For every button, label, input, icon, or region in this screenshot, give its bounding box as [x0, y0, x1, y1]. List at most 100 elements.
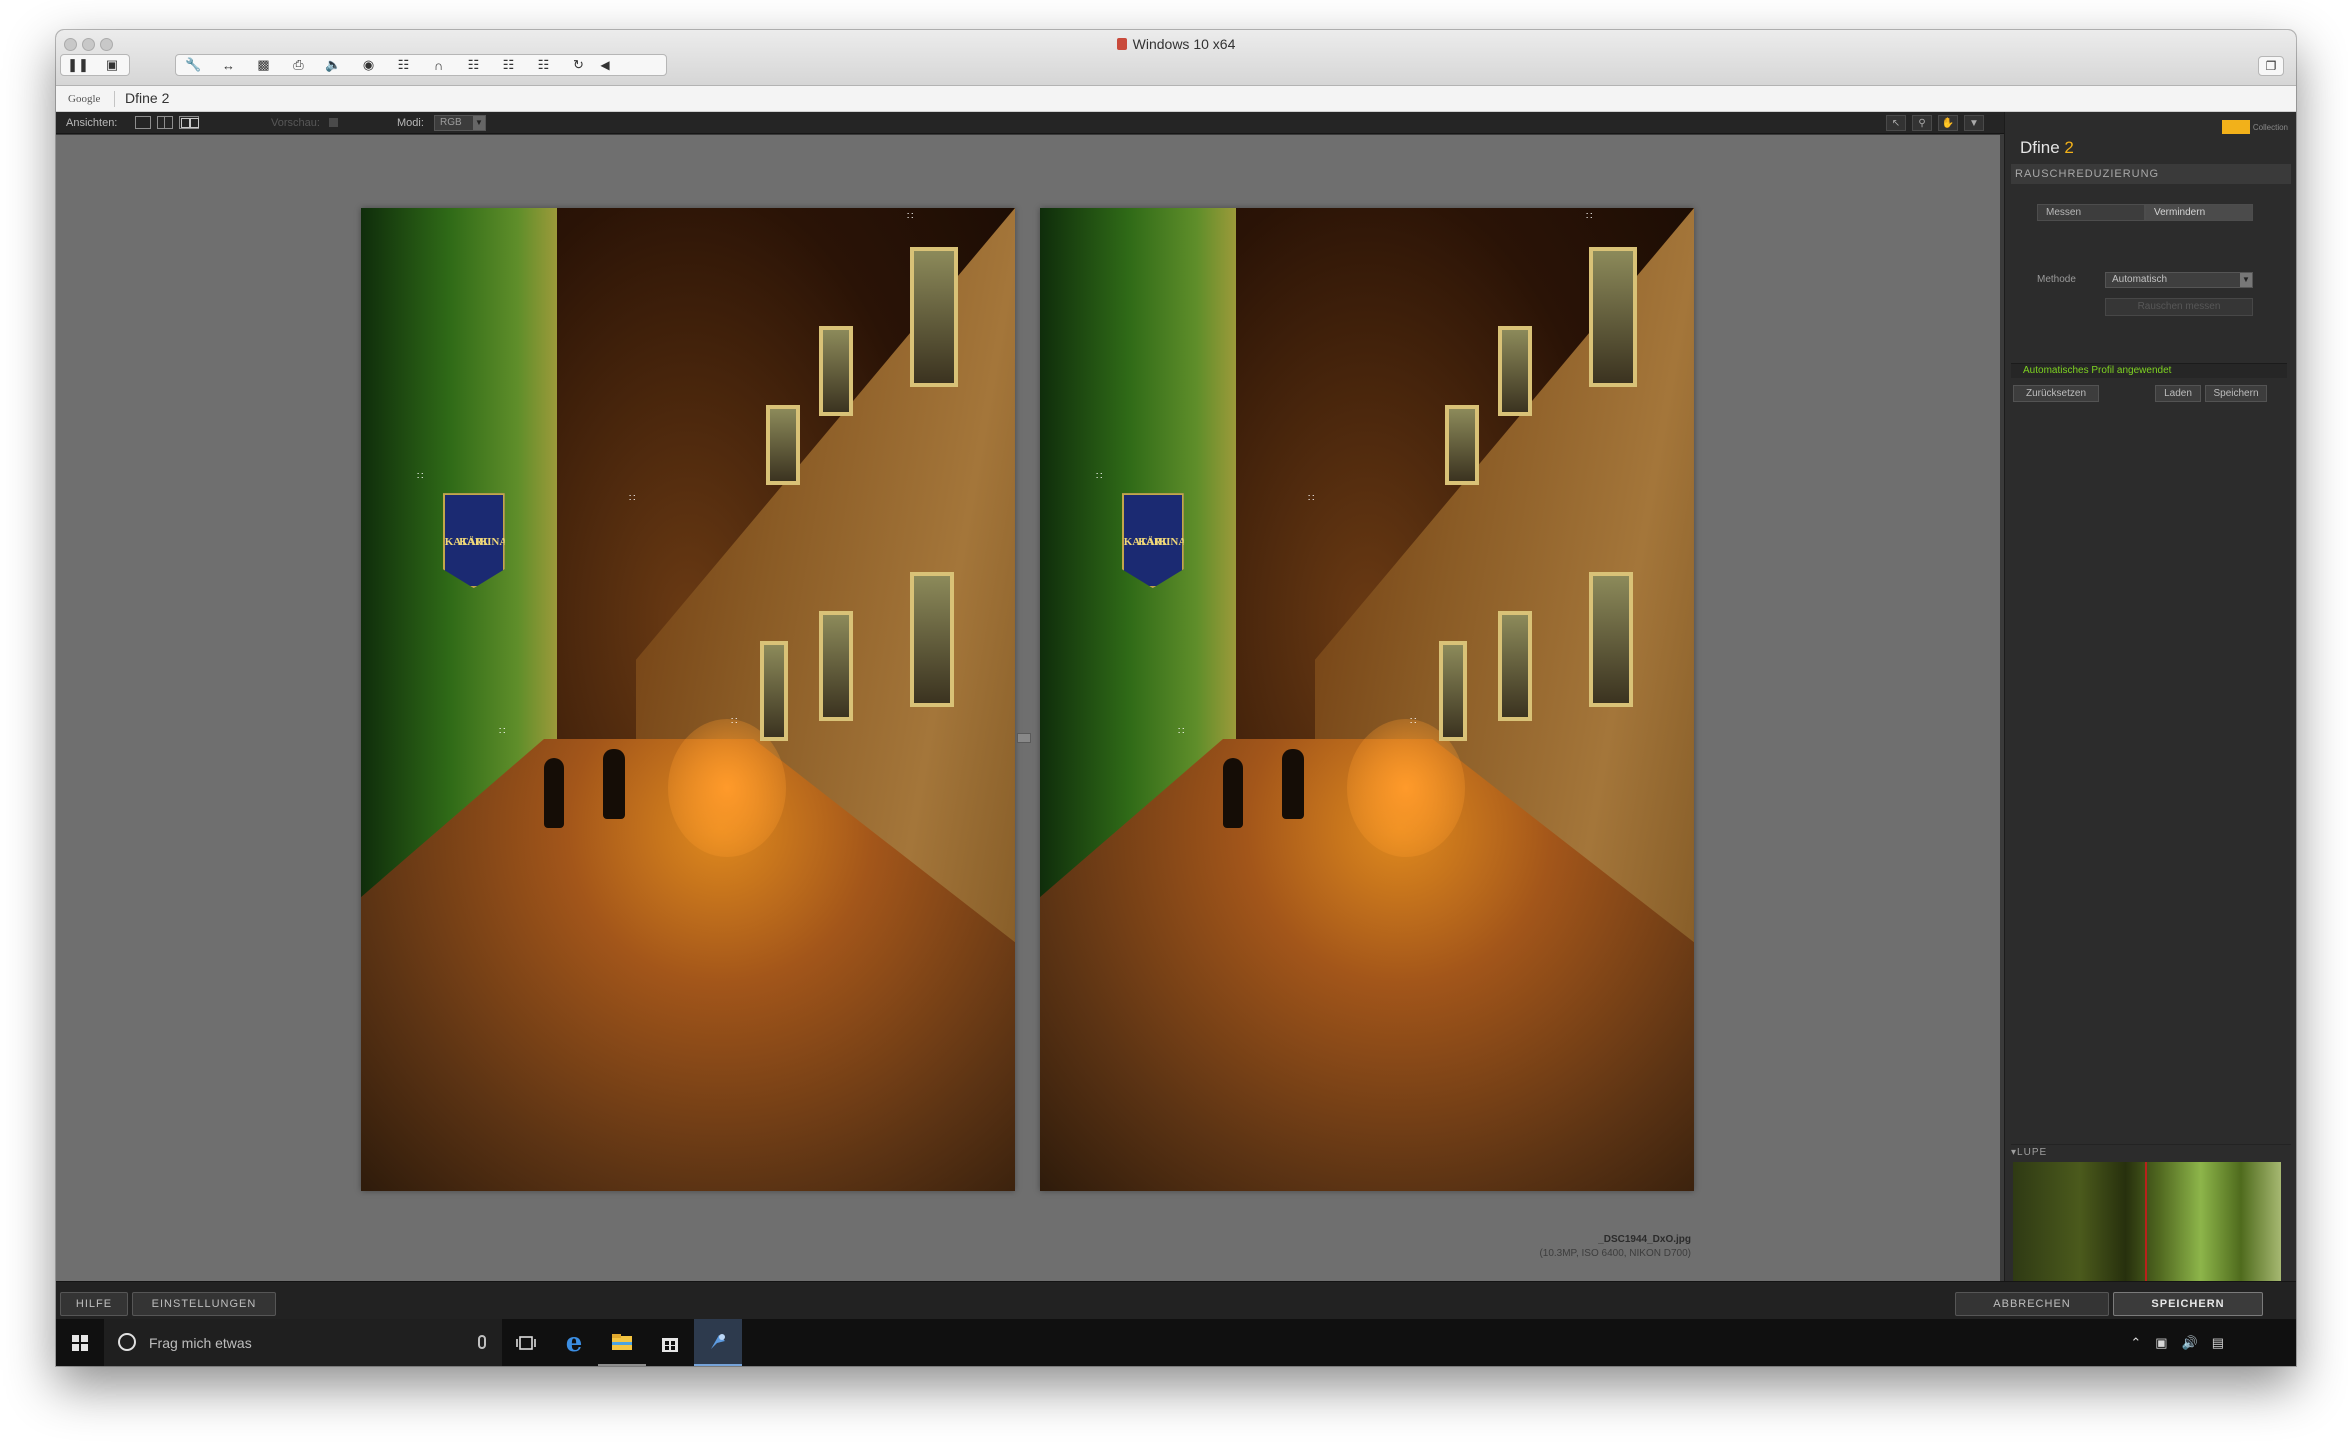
microphone-icon[interactable] [478, 1335, 486, 1349]
host-app-bar: Google Dfine 2 [56, 86, 2296, 112]
control-bar: Ansichten: Vorschau: Modi: RGB ▼ ↖ ⚲ ✋ ▼ [56, 112, 2004, 134]
hand-tool-icon[interactable]: ✋ [1938, 115, 1958, 131]
parallels-logo-icon [1116, 38, 1127, 50]
store-icon[interactable] [646, 1319, 694, 1366]
settings-panel: Collection Dfine 2 RAUSCHREDUZIERUNG Mes… [2004, 112, 2296, 1352]
person [602, 748, 625, 819]
network-icon[interactable]: ▣ [2155, 1335, 2167, 1351]
single-view-button[interactable] [135, 116, 151, 129]
control-point-icon[interactable]: ∷ [1096, 472, 1104, 482]
person [1223, 758, 1244, 829]
before-image[interactable]: KATARIINA KÄIK ∷ ∷ ∷ ∷ ∷ [361, 208, 1015, 1191]
person [1281, 748, 1304, 819]
camera-icon[interactable]: ◉ [351, 55, 386, 75]
file-explorer-icon[interactable] [598, 1319, 646, 1366]
vm-title: Windows 10 x64 [56, 36, 2296, 52]
load-button[interactable]: Laden [2155, 385, 2201, 402]
measure-noise-button[interactable]: Rauschen messen [2105, 298, 2253, 316]
reset-button[interactable]: Zurücksetzen [2013, 385, 2099, 402]
control-point-icon[interactable]: ∷ [1308, 494, 1316, 504]
speaker-icon[interactable]: 🔈 [316, 55, 351, 75]
lock-icon[interactable]: ☷ [456, 55, 491, 75]
shop-sign: KATARIINA KÄIK [442, 493, 505, 589]
zoom-tool-icon[interactable]: ⚲ [1912, 115, 1932, 131]
preview-label: Vorschau: [271, 117, 320, 129]
image-canvas[interactable]: KATARIINAKÄIK ∷ ∷ ∷ ∷ ∷ KATARIINAKÄIK [56, 135, 2000, 1281]
mode-label: Modi: [397, 117, 424, 129]
views-label: Ansichten: [66, 117, 118, 129]
after-image[interactable]: KATARIINA KÄIK ∷ ∷ ∷ ∷ ∷ [1040, 208, 1694, 1191]
bottom-button-bar: HILFE EINSTELLUNGEN ABBRECHEN SPEICHERN [56, 1281, 2296, 1319]
tab-measure[interactable]: Messen [2037, 204, 2145, 221]
help-button[interactable]: HILFE [60, 1292, 128, 1316]
lock-icon[interactable]: ☷ [526, 55, 561, 75]
split-handle[interactable] [1017, 733, 1031, 743]
split-view-button[interactable] [157, 116, 173, 129]
volume-icon[interactable]: 🔊 [2182, 1335, 2198, 1351]
pointer-tool-icon[interactable]: ↖ [1886, 115, 1906, 131]
system-tray: ⌃ ▣ 🔊 ▤ [2130, 1335, 2224, 1351]
chevron-up-icon[interactable]: ⌃ [2130, 1335, 2141, 1351]
edge-icon[interactable]: e [550, 1319, 598, 1366]
vm-window: Windows 10 x64 ❚❚ ▣ 🔧 ↔ ▩ ⎙ 🔈 ◉ ☷ ∩ ☷ ☷ … [56, 30, 2296, 1366]
windows-logo-icon [72, 1334, 88, 1351]
shop-sign: KATARIINA KÄIK [1121, 493, 1184, 589]
task-view-icon[interactable] [502, 1319, 550, 1366]
method-label: Methode [2037, 274, 2076, 285]
dfine-app-icon[interactable] [694, 1319, 742, 1366]
person [544, 758, 565, 829]
tab-reduce[interactable]: Vermindern [2145, 204, 2253, 221]
chevron-down-icon: ▼ [473, 116, 485, 130]
control-point-icon[interactable]: ∷ [1178, 727, 1186, 737]
vm-titlebar: Windows 10 x64 ❚❚ ▣ 🔧 ↔ ▩ ⎙ 🔈 ◉ ☷ ∩ ☷ ☷ … [56, 30, 2296, 86]
file-meta: (10.3MP, ISO 6400, NIKON D700) [1539, 1248, 1691, 1259]
side-by-side-view-button[interactable] [179, 116, 199, 129]
file-info: _DSC1944_DxO.jpg (10.3MP, ISO 6400, NIKO… [1539, 1233, 1691, 1261]
app-name: Dfine 2 [125, 90, 170, 106]
nik-collection-badge: Collection [2221, 120, 2288, 134]
control-point-icon[interactable]: ∷ [1410, 717, 1418, 727]
status-message: Automatisches Profil angewendet [2011, 363, 2287, 378]
headset-icon[interactable]: ∩ [421, 55, 456, 75]
save-profile-button[interactable]: Speichern [2205, 385, 2267, 402]
section-header[interactable]: RAUSCHREDUZIERUNG [2011, 164, 2291, 184]
chevron-left-icon[interactable]: ◀ [596, 55, 614, 75]
cortana-icon [118, 1333, 136, 1351]
file-name: _DSC1944_DxO.jpg [1598, 1234, 1691, 1245]
control-point-icon[interactable]: ∷ [907, 212, 915, 222]
control-point-tool-icon[interactable]: ▼ [1964, 115, 1984, 131]
control-point-icon[interactable]: ∷ [629, 494, 637, 504]
control-point-icon[interactable]: ∷ [1586, 212, 1594, 222]
method-select[interactable]: Automatisch ▼ [2105, 272, 2253, 288]
loupe-header[interactable]: ▾LUPE [2011, 1144, 2291, 1158]
panel-title: Dfine 2 [2020, 138, 2074, 157]
restore-window-icon[interactable]: ❐ [2258, 56, 2284, 76]
save-button[interactable]: SPEICHERN [2113, 1292, 2263, 1316]
refresh-icon[interactable]: ↻ [561, 55, 596, 75]
settings-button[interactable]: EINSTELLUNGEN [132, 1292, 276, 1316]
notification-icon[interactable]: ▤ [2212, 1335, 2224, 1351]
divider [114, 91, 115, 107]
google-label: Google [68, 93, 101, 105]
mode-select[interactable]: RGB ▼ [434, 115, 486, 131]
snapshot-icon[interactable]: ▣ [95, 55, 129, 75]
search-placeholder: Frag mich etwas [149, 1335, 252, 1351]
control-point-icon[interactable]: ∷ [731, 717, 739, 727]
chevron-down-icon: ▼ [2240, 273, 2252, 287]
control-point-icon[interactable]: ∷ [499, 727, 507, 737]
control-point-icon[interactable]: ∷ [417, 472, 425, 482]
windows-taskbar: Frag mich etwas e ⌃ ▣ 🔊 ▤ [56, 1319, 2296, 1366]
vm-control-group: ❚❚ ▣ [60, 54, 130, 76]
usb-icon[interactable]: ☷ [386, 55, 421, 75]
start-button[interactable] [56, 1319, 104, 1366]
search-box[interactable]: Frag mich etwas [104, 1319, 502, 1366]
printer-icon[interactable]: ⎙ [281, 55, 316, 75]
pause-icon[interactable]: ❚❚ [61, 55, 95, 75]
lock-icon[interactable]: ☷ [491, 55, 526, 75]
vm-device-toolbar: 🔧 ↔ ▩ ⎙ 🔈 ◉ ☷ ∩ ☷ ☷ ☷ ↻ ◀ [175, 54, 667, 76]
wrench-icon[interactable]: 🔧 [176, 55, 211, 75]
disk-icon[interactable]: ▩ [246, 55, 281, 75]
cancel-button[interactable]: ABBRECHEN [1955, 1292, 2109, 1316]
resize-icon[interactable]: ↔ [211, 55, 246, 75]
preview-checkbox[interactable] [329, 118, 338, 127]
